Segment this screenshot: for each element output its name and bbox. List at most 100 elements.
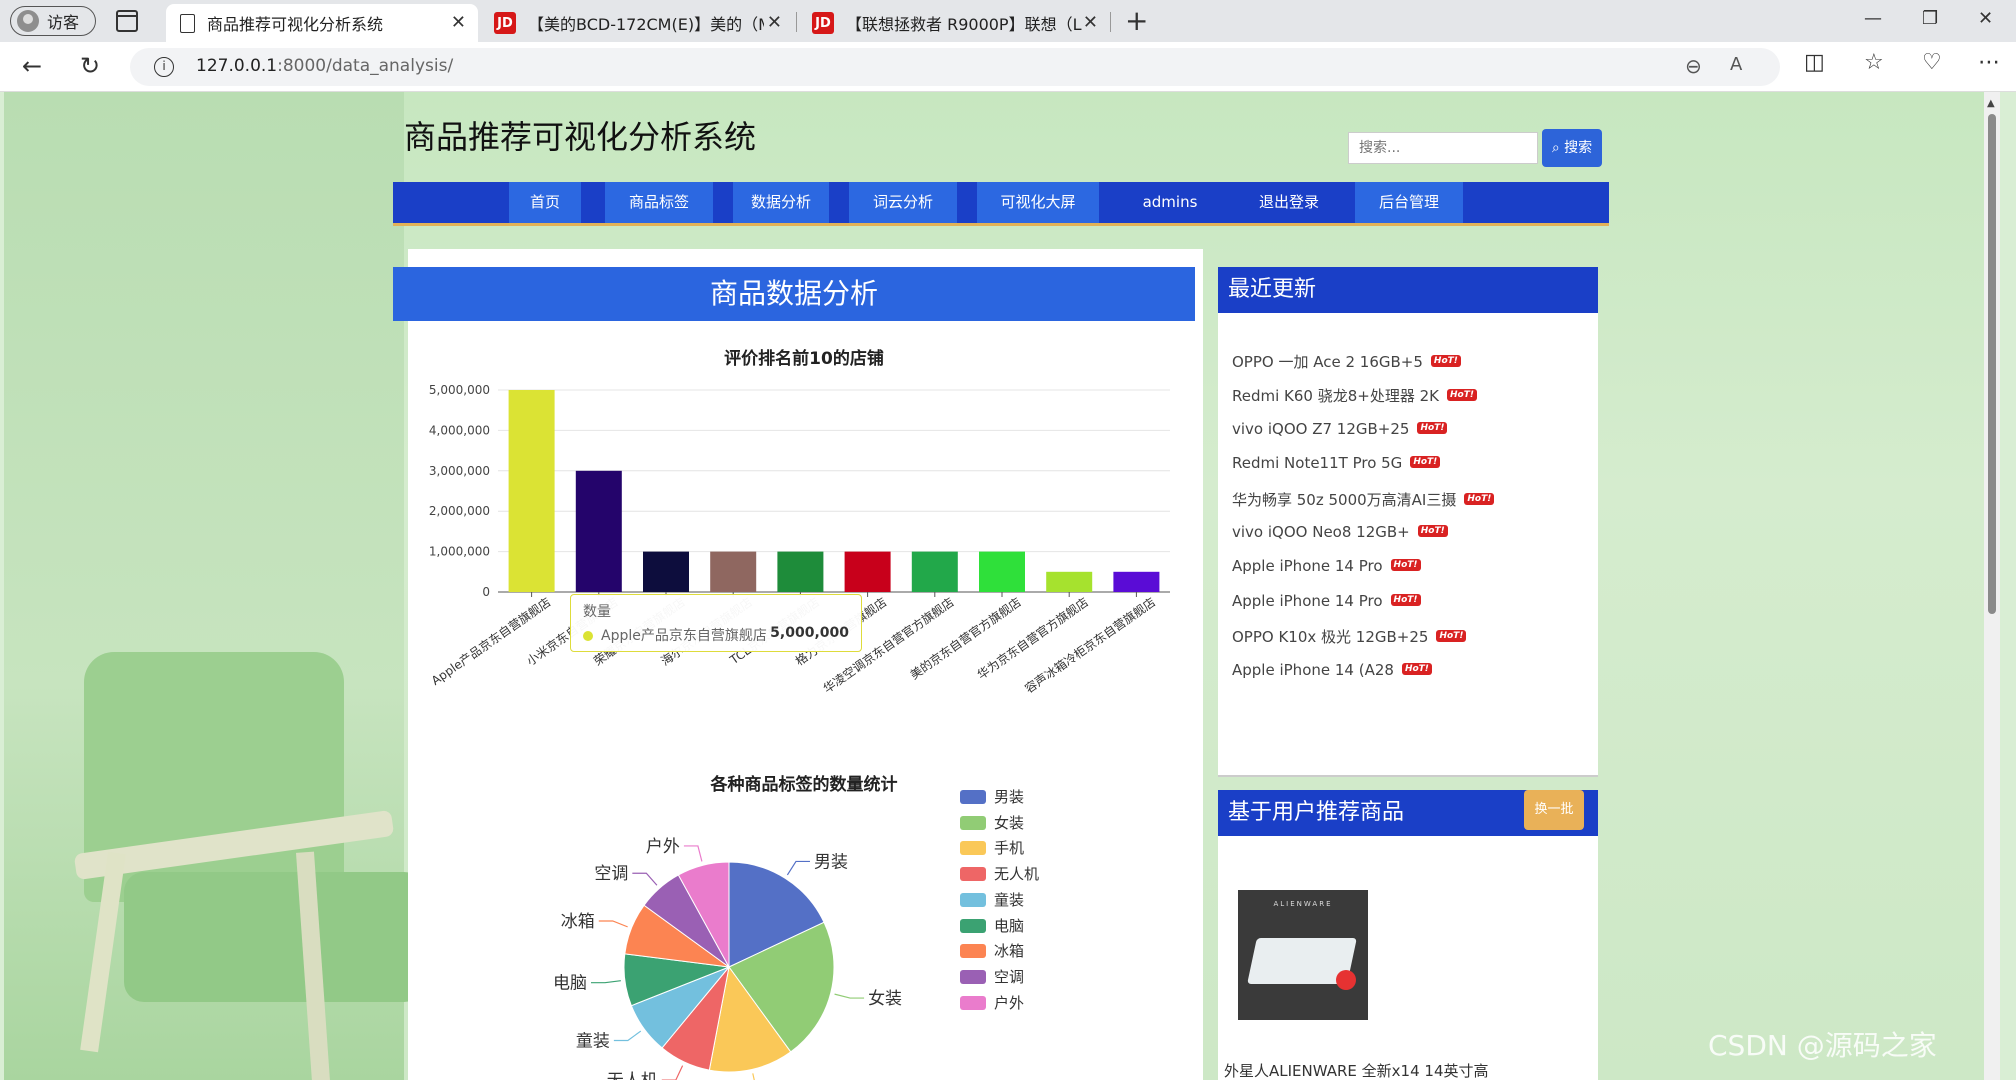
bar[interactable]	[777, 551, 824, 592]
hot-badge: HoT!	[1401, 662, 1432, 675]
legend-item[interactable]: 空调	[960, 966, 1080, 986]
recent-updates-card: 最近更新 OPPO 一加 Ace 2 16GB+5 HoT! Redmi K60 骁…	[1218, 267, 1598, 777]
read-aloud-icon[interactable]: A	[1730, 54, 1742, 75]
bar[interactable]	[844, 551, 891, 592]
close-tab-icon[interactable]: ✕	[451, 12, 466, 33]
recent-item-link[interactable]: Apple iPhone 14 Pro HoT!	[1232, 557, 1421, 575]
legend-item[interactable]: 男装	[960, 786, 1080, 806]
recent-item-label: Apple iPhone 14 Pro	[1232, 591, 1383, 610]
legend-item[interactable]: 冰箱	[960, 940, 1080, 960]
bar[interactable]	[1113, 571, 1160, 592]
recent-item-link[interactable]: OPPO K10x 极光 12GB+25 HoT!	[1232, 626, 1467, 647]
recent-item-label: Redmi K60 骁龙8+处理器 2K	[1232, 387, 1439, 406]
bar[interactable]	[575, 470, 622, 592]
url-box[interactable]: i 127.0.0.1:8000/data_analysis/ ⊖ A	[130, 48, 1780, 86]
search-input[interactable]	[1348, 132, 1538, 164]
new-tab-icon[interactable]: +	[1125, 4, 1148, 37]
search-button[interactable]: ⌕ 搜索	[1542, 129, 1602, 167]
scrollbar-thumb[interactable]	[1988, 114, 1996, 614]
tab-title: 【美的BCD-172CM(E)】美的（M	[528, 15, 764, 34]
nav-dashboard[interactable]: 可视化大屏	[977, 182, 1099, 223]
legend-swatch	[960, 918, 986, 933]
tooltip-marker	[583, 631, 593, 641]
recent-item-link[interactable]: Redmi K60 骁龙8+处理器 2K HoT!	[1232, 385, 1477, 406]
tab-separator	[1110, 12, 1111, 32]
hot-badge: HoT!	[1417, 525, 1448, 537]
restore-icon[interactable]: ❐	[1922, 8, 1938, 29]
recent-item-link[interactable]: Apple iPhone 14 (A28 HoT!	[1232, 661, 1432, 679]
nav-user[interactable]: admins	[1109, 182, 1231, 223]
bar[interactable]	[643, 551, 689, 592]
profile-button[interactable]: 访客	[10, 6, 96, 36]
zoom-out-icon[interactable]: ⊖	[1685, 54, 1702, 78]
tab-lenovo[interactable]: JD 【联想拯救者 R9000P】联想（Le ✕	[798, 4, 1110, 42]
pie-label-line	[598, 920, 628, 928]
product-name-link[interactable]: 外星人ALIENWARE 全新x14 14英寸高	[1224, 1060, 1489, 1080]
page-scrollbar[interactable]: ▲	[1984, 92, 2000, 1080]
legend-item[interactable]: 户外	[960, 992, 1080, 1012]
nav-admin[interactable]: 后台管理	[1355, 182, 1463, 223]
legend-label: 空调	[994, 967, 1025, 986]
recent-item-link[interactable]: Apple iPhone 14 Pro HoT!	[1232, 592, 1421, 610]
nav-home[interactable]: 首页	[509, 182, 581, 223]
bar[interactable]	[911, 551, 958, 592]
tab-current[interactable]: 商品推荐可视化分析系统 ✕	[166, 4, 478, 42]
nav-tags[interactable]: 商品标签	[605, 182, 713, 223]
x-tick-label: 华为京东自营官方旗舰店	[974, 594, 1091, 682]
pie-label-line	[590, 980, 621, 984]
site-info-icon[interactable]: i	[154, 57, 174, 77]
recent-item-label: Apple iPhone 14 Pro	[1232, 557, 1383, 576]
pie-label-line	[632, 872, 658, 886]
tab-strip: 访客 商品推荐可视化分析系统 ✕ JD 【美的BCD-172CM(E)】美的（M…	[0, 0, 2016, 42]
tab-actions-icon[interactable]	[116, 10, 138, 32]
recent-item-link[interactable]: Redmi Note11T Pro 5G HoT!	[1232, 454, 1441, 472]
legend-item[interactable]: 无人机	[960, 863, 1080, 883]
recent-item-label: OPPO K10x 极光 12GB+25	[1232, 628, 1429, 647]
back-icon[interactable]: ←	[22, 52, 42, 80]
split-screen-icon[interactable]: ◫	[1804, 50, 1825, 75]
browser-essentials-icon[interactable]: ♡	[1922, 50, 1942, 75]
refresh-batch-button[interactable]: 换一批	[1524, 790, 1584, 830]
legend-label: 手机	[994, 839, 1025, 858]
legend-item[interactable]: 童装	[960, 889, 1080, 909]
more-icon[interactable]: ⋯	[1978, 50, 2000, 75]
bar[interactable]	[710, 551, 757, 592]
url-text[interactable]: 127.0.0.1:8000/data_analysis/	[196, 56, 453, 76]
legend-item[interactable]: 女装	[960, 812, 1080, 832]
recent-item-link[interactable]: 华为畅享 50z 5000万高清AI三摄 HoT!	[1232, 489, 1495, 510]
close-tab-icon[interactable]: ✕	[1083, 12, 1098, 33]
pie-chart[interactable]: 男装女装手机无人机童装电脑冰箱空调户外	[524, 832, 924, 1080]
legend-label: 男装	[994, 788, 1025, 806]
legend-item[interactable]: 电脑	[960, 915, 1080, 935]
close-window-icon[interactable]: ✕	[1978, 8, 1993, 29]
recent-updates-title: 最近更新	[1218, 267, 1598, 313]
favorites-icon[interactable]: ☆	[1864, 50, 1884, 75]
recent-item-label: 华为畅享 50z 5000万高清AI三摄	[1232, 490, 1457, 509]
bar[interactable]	[1046, 571, 1093, 592]
recommend-card: 基于用户推荐商品 换一批 ALIENWARE 外星人ALIENWARE 全新x1…	[1218, 790, 1598, 1080]
scroll-up-icon[interactable]: ▲	[1987, 98, 1995, 109]
tab-title: 【联想拯救者 R9000P】联想（Le	[846, 15, 1082, 34]
nav-data-analysis[interactable]: 数据分析	[733, 182, 829, 223]
hot-badge: HoT!	[1464, 492, 1495, 505]
pie-label: 冰箱	[561, 912, 595, 932]
tooltip-title: 数量	[583, 604, 611, 620]
tab-midea[interactable]: JD 【美的BCD-172CM(E)】美的（M ✕	[480, 4, 794, 42]
refresh-icon[interactable]: ↻	[80, 52, 100, 80]
recent-item-link[interactable]: vivo iQOO Z7 12GB+25 HoT!	[1232, 420, 1448, 438]
bar[interactable]	[508, 390, 555, 592]
nav-wordcloud[interactable]: 词云分析	[849, 182, 957, 223]
pie-label: 男装	[814, 852, 848, 872]
x-tick-label: 容声冰箱冷柜京东自营旗舰店	[1022, 594, 1158, 696]
chair-seat	[124, 872, 424, 1002]
avatar-icon	[17, 10, 39, 32]
recent-item-link[interactable]: OPPO 一加 Ace 2 16GB+5 HoT!	[1232, 351, 1461, 372]
legend-item[interactable]: 手机	[960, 837, 1080, 857]
product-image[interactable]: ALIENWARE	[1238, 890, 1368, 1020]
close-tab-icon[interactable]: ✕	[767, 12, 782, 33]
bar-chart[interactable]: 0 1,000,000 2,000,000 3,000,000 4,000,000 5,0…	[408, 362, 1188, 802]
recent-item-link[interactable]: vivo iQOO Neo8 12GB+ HoT!	[1232, 523, 1448, 541]
nav-logout[interactable]: 退出登录	[1241, 182, 1337, 223]
minimize-icon[interactable]: —	[1864, 8, 1882, 29]
bar[interactable]	[979, 551, 1025, 592]
